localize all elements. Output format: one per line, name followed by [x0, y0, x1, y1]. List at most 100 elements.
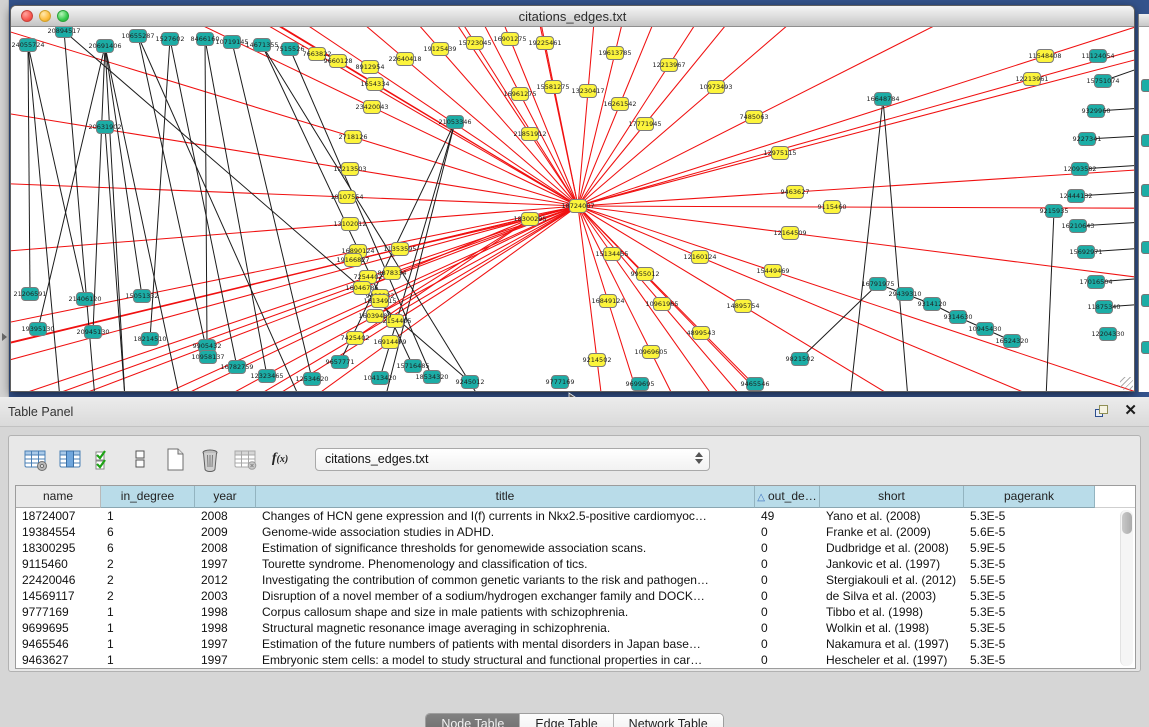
graph-node[interactable]: 10413420 [363, 372, 396, 385]
row-height-button[interactable] [126, 445, 154, 473]
citation-graph[interactable]: 1527602165433427181264899543725440274254… [11, 27, 1134, 391]
scrollbar-thumb[interactable] [1122, 512, 1132, 534]
graph-node[interactable]: 12975115 [763, 147, 796, 160]
graph-node[interactable] [1141, 241, 1149, 254]
citation-edge-red[interactable] [11, 27, 353, 137]
graph-node[interactable]: 15449469 [756, 265, 789, 278]
citation-edge-red[interactable] [11, 150, 347, 197]
graph-node[interactable]: 12213967 [652, 59, 685, 72]
vertical-scrollbar[interactable] [1120, 510, 1133, 666]
network-canvas[interactable]: 1527602165433427181264899543725440274254… [11, 27, 1134, 391]
citation-edge-red[interactable] [390, 206, 578, 342]
function-builder-button[interactable]: f(x) [266, 445, 294, 473]
column-header-name[interactable]: name [16, 486, 101, 508]
graph-node[interactable]: 13102012 [333, 218, 366, 231]
graph-node[interactable] [1141, 79, 1149, 92]
table-row[interactable]: 1456911722003Disruption of a novel membe… [16, 588, 1120, 604]
table-row[interactable]: 911546021997Tourette syndrome. Phenomeno… [16, 556, 1120, 572]
background-window-sliver[interactable]: 11124127341144371595812160392450 [1138, 14, 1149, 392]
graph-node[interactable]: 7515526 [276, 43, 305, 56]
graph-node[interactable]: 8912954 [356, 61, 385, 74]
panel-collapse-arrow-icon[interactable] [2, 333, 7, 341]
graph-node[interactable]: 11124054 [1081, 50, 1114, 63]
graph-node[interactable]: 15692971 [1069, 246, 1102, 259]
citation-edge-black[interactable] [170, 39, 237, 367]
citation-edge-red[interactable] [615, 27, 897, 53]
graph-node[interactable]: 22640418 [388, 53, 421, 66]
citation-edge-red[interactable] [510, 39, 578, 206]
graph-node[interactable]: 18214510 [133, 333, 166, 346]
citation-edge-black[interactable] [64, 31, 470, 382]
graph-node[interactable]: 9329960 [1082, 105, 1111, 118]
citation-edge-black[interactable] [205, 39, 207, 346]
new-document-button[interactable] [161, 445, 189, 473]
graph-node[interactable]: 12204330 [1091, 328, 1124, 341]
citation-edge-red[interactable] [578, 91, 588, 206]
citation-edge-black[interactable] [28, 45, 85, 299]
graph-node[interactable]: 9463627 [781, 186, 810, 199]
column-header-year[interactable]: year [195, 486, 256, 508]
graph-node[interactable]: 15723045 [458, 37, 491, 50]
tab-network-table[interactable]: Network Table [614, 714, 723, 727]
graph-node[interactable]: 9465546 [741, 378, 770, 391]
citation-edge-black[interactable] [28, 45, 30, 294]
graph-node[interactable]: 9115460 [818, 201, 847, 214]
citation-edge-red[interactable] [350, 169, 578, 206]
citation-edge-red[interactable] [651, 352, 1134, 391]
citation-edge-red[interactable] [662, 304, 1134, 391]
graph-node[interactable]: 16901275 [493, 33, 526, 46]
graph-node[interactable]: 9227341 [1073, 133, 1102, 146]
graph-node[interactable]: 9214502 [583, 354, 612, 367]
graph-node[interactable]: 16849124 [591, 295, 624, 308]
graph-node[interactable]: 11353595 [383, 243, 416, 256]
graph-node[interactable]: 9821502 [786, 353, 815, 366]
column-header-short[interactable]: short [820, 486, 964, 508]
column-header-out_de[interactable]: △out_de… [755, 486, 820, 508]
citation-edge-red[interactable] [347, 197, 578, 206]
graph-node[interactable]: 16524320 [995, 335, 1028, 348]
graph-node[interactable]: 23420043 [355, 101, 388, 114]
graph-node[interactable]: 10973493 [699, 81, 732, 94]
graph-node[interactable]: 13230417 [571, 85, 604, 98]
graph-node[interactable]: 20945130 [76, 326, 109, 339]
graph-node[interactable]: 21406120 [68, 293, 101, 306]
graph-node[interactable]: 10655287 [121, 30, 154, 43]
graph-node[interactable]: 10719145 [215, 36, 248, 49]
table-row[interactable]: 946362711997Embryonic stem cells: a mode… [16, 652, 1120, 668]
graph-node[interactable]: 14895754 [726, 300, 759, 313]
graph-node[interactable]: 15751074 [1086, 75, 1119, 88]
citation-edge-red[interactable] [700, 257, 1134, 391]
graph-node[interactable]: 9777169 [546, 376, 575, 389]
graph-node[interactable]: 9955012 [631, 268, 660, 281]
citation-edge-red[interactable] [375, 206, 578, 316]
graph-node[interactable]: 11875340 [1087, 301, 1120, 314]
graph-node[interactable]: 16210643 [1061, 220, 1094, 233]
graph-node[interactable]: 20894517 [47, 27, 80, 38]
citation-edge-red[interactable] [578, 206, 773, 271]
citation-edge-red[interactable] [11, 27, 520, 94]
graph-node[interactable]: 18534320 [415, 371, 448, 384]
citation-edge-red[interactable] [11, 273, 392, 391]
graph-node[interactable]: 1654334 [361, 78, 390, 91]
citation-edge-black[interactable] [262, 45, 480, 391]
graph-node[interactable]: 11548408 [1028, 50, 1061, 63]
table-row[interactable]: 1830029562008Estimation of significance … [16, 540, 1120, 556]
trash-button[interactable] [196, 445, 224, 473]
tab-node-table[interactable]: Node Table [426, 714, 520, 727]
graph-node[interactable]: 12534620 [295, 373, 328, 386]
citation-edge-red[interactable] [578, 206, 832, 207]
graph-node[interactable]: 16648784 [866, 93, 899, 106]
table-row[interactable]: 946554611997Estimation of the future num… [16, 636, 1120, 652]
citation-edge-red[interactable] [716, 27, 1134, 87]
citation-edge-red[interactable] [578, 79, 1032, 206]
graph-node[interactable]: 12213503 [333, 163, 366, 176]
column-header-pagerank[interactable]: pagerank [964, 486, 1095, 508]
citation-edge-red[interactable] [795, 115, 1134, 192]
citation-edge-red[interactable] [353, 137, 578, 206]
graph-node[interactable]: 19225461 [528, 37, 561, 50]
graph-node[interactable]: 21206591 [13, 288, 46, 301]
citation-edge-red[interactable] [743, 306, 1134, 391]
graph-node[interactable]: 12093582 [1063, 163, 1096, 176]
citation-edge-red[interactable] [645, 27, 1134, 124]
citation-edge-red[interactable] [597, 360, 744, 391]
